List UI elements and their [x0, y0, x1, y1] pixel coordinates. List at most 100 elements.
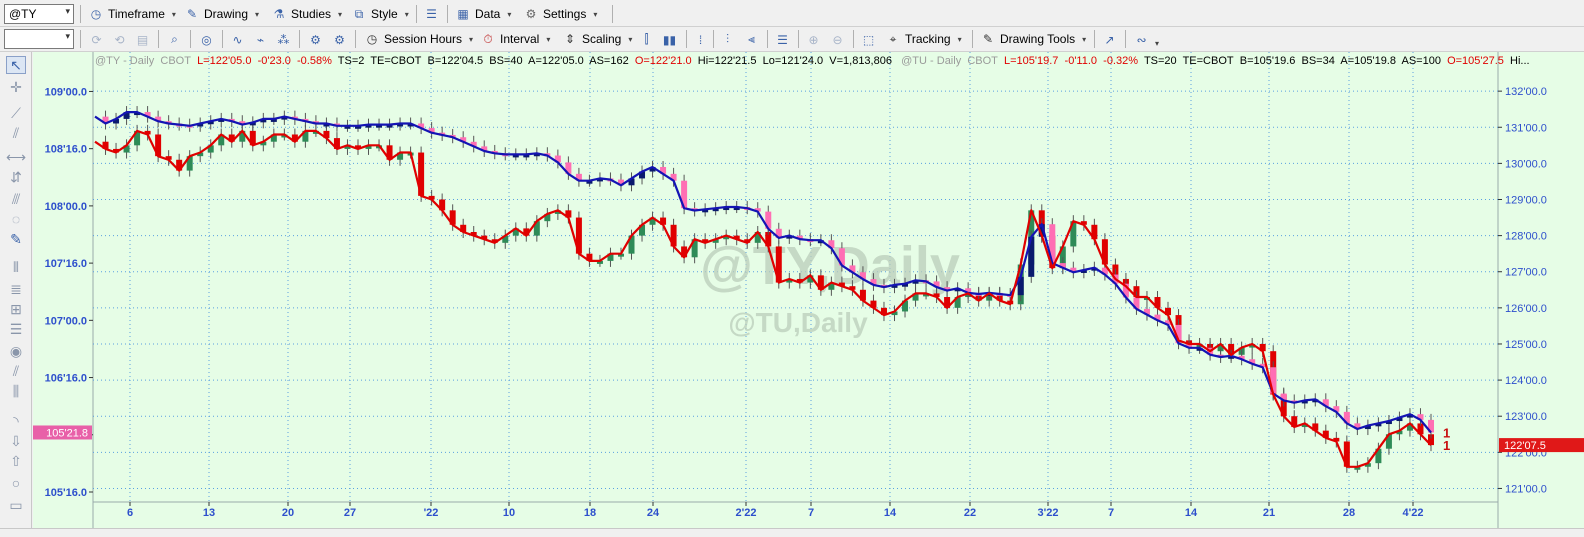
ray-icon[interactable]: ⫽ [6, 124, 26, 142]
ty-te: TE=CBOT [370, 55, 422, 67]
zoom-in-icon[interactable]: ⊕ [805, 31, 822, 48]
gann-icon[interactable]: ⊞ [6, 300, 26, 318]
properties-icon[interactable]: ⚙ [307, 31, 324, 48]
format-icon[interactable]: ⚙ [331, 31, 348, 48]
tu-ask: A=105'19.8 [1340, 55, 1396, 67]
separator [447, 5, 448, 23]
separator [222, 30, 223, 48]
data-label: Data [475, 7, 501, 21]
symbol-selector[interactable]: @TY ▾ [4, 4, 74, 24]
arc-icon[interactable]: ◝ [6, 412, 26, 430]
crosshair-tool-icon[interactable]: ✛ [6, 78, 26, 96]
grid-icon[interactable]: ▤ [134, 31, 151, 48]
style-button[interactable]: ⧉ Style ▾ [351, 4, 409, 24]
x-axis-label: 6 [127, 507, 133, 519]
spiral-icon[interactable]: ◉ [6, 342, 26, 360]
ty-vol: V=1,813,806 [829, 55, 892, 67]
ellipse-icon[interactable]: ○ [6, 474, 26, 492]
separator [1094, 30, 1095, 48]
chevron-down-icon: ▾ [404, 9, 409, 19]
studies-button[interactable]: ⚗ Studies ▾ [271, 4, 342, 24]
right-axis-label: 127'00.0 [1505, 267, 1547, 279]
trend-icon[interactable]: ↗ [1101, 31, 1118, 48]
chevron-down-icon: ▾ [171, 9, 176, 19]
channel-icon[interactable]: ⫻ [6, 190, 26, 208]
x-axis-label: 14 [884, 507, 897, 519]
text-lines-icon[interactable]: ☰ [6, 320, 26, 338]
bars-tool-icon[interactable]: ⦀ [6, 258, 26, 276]
trendline-icon[interactable]: ⟋ [6, 104, 26, 122]
layout-icon[interactable]: ☰ [774, 31, 791, 48]
bar-chart-icon[interactable]: ⫿ [638, 31, 655, 48]
chart-study-icon[interactable]: ⌁ [252, 31, 269, 48]
separator [767, 30, 768, 48]
select-area-icon[interactable]: ⬚ [860, 31, 877, 48]
scaling-label: Scaling [582, 32, 622, 46]
tu-exchange: CBOT [967, 55, 998, 67]
ty-series-line [94, 129, 1432, 468]
settings-label: Settings [543, 7, 587, 21]
price-chart[interactable]: 6 13 20 27 '22 10 18 24 2'22 7 14 22 3'22 7 14 21 28 4'22… [33, 52, 1584, 528]
candlestick-icon[interactable]: ▮▮ [661, 31, 678, 48]
separator [686, 30, 687, 48]
line-study-icon[interactable]: ∿ [229, 31, 246, 48]
arrow-down-icon[interactable]: ⇩ [6, 432, 26, 450]
ty-as: AS=162 [589, 55, 629, 67]
quick-select-dropdown[interactable]: ▾ [4, 29, 74, 49]
ty-hi: Hi=122'21.5 [697, 55, 757, 67]
scaling-button[interactable]: ⇕ Scaling ▾ [562, 29, 632, 49]
compress-bars-icon[interactable]: ⫶ [719, 31, 736, 48]
andrews-icon[interactable]: ⫼ [6, 382, 26, 400]
layout-icon[interactable]: ☰ [423, 5, 440, 22]
expand-bars-icon[interactable]: ⫷ [743, 31, 760, 48]
rectangle-icon[interactable]: ▭ [6, 496, 26, 514]
bar-spacing-icon[interactable]: ⁞ [692, 31, 709, 48]
interval-button[interactable]: ⏱ Interval ▾ [480, 29, 550, 49]
zoom-out-icon[interactable]: ⊖ [829, 31, 846, 48]
chevron-down-icon: ▾ [1082, 34, 1087, 44]
speed-lines-icon[interactable]: ⫽ [6, 362, 26, 380]
table-icon: ▦ [457, 7, 469, 21]
drawing-toolbar: ↖ ✛ ⟋ ⫽ ⟷ ⇵ ⫻ ◌ ✎ ⦀ ≣ ⊞ ☰ ◉ ⫽ ⫼ ◝ ⇩ ⇧ ○ … [0, 52, 32, 528]
x-axis-label: 7 [808, 507, 814, 519]
crosshair-icon[interactable]: ◎ [198, 31, 215, 48]
right-axis-label: 132'00.0 [1505, 86, 1547, 98]
network-icon[interactable]: ⁂ [275, 31, 292, 48]
separator [612, 5, 613, 23]
drawing-tools-button[interactable]: ✎ Drawing Tools ▾ [980, 29, 1086, 49]
x-axis-label: 21 [1263, 507, 1275, 519]
arrow-up-icon[interactable]: ⇧ [6, 452, 26, 470]
fibonacci-icon[interactable]: ≣ [6, 280, 26, 298]
tu-open: O=105'27.5 [1447, 55, 1504, 67]
status-bar [0, 528, 1584, 537]
left-axis-label: 107'00.0 [45, 315, 87, 327]
overlay-dropdown[interactable]: ▾ [1152, 33, 1159, 53]
timeframe-button[interactable]: ◷ Timeframe ▾ [88, 4, 176, 24]
settings-button[interactable]: ⚙ Settings ▾ [523, 4, 598, 24]
chart-area[interactable]: 6 13 20 27 '22 10 18 24 2'22 7 14 22 3'22 7 14 21 28 4'22… [33, 52, 1584, 528]
separator [416, 5, 417, 23]
session-hours-button[interactable]: ◷ Session Hours ▾ [364, 29, 473, 49]
separator [972, 30, 973, 48]
refresh-icon[interactable]: ⟳ [88, 31, 105, 48]
drawing-button[interactable]: ✎ Drawing ▾ [184, 4, 259, 24]
zoom-icon[interactable]: ⌕ [166, 31, 183, 48]
pencil-tool-icon[interactable]: ✎ [6, 230, 26, 248]
drawing-label: Drawing [204, 7, 249, 21]
vertical-line-icon[interactable]: ⇵ [6, 168, 26, 186]
separator [299, 30, 300, 48]
pointer-icon[interactable]: ↖ [6, 56, 26, 74]
horizontal-line-icon[interactable]: ⟷ [6, 148, 26, 166]
separator [1125, 30, 1126, 48]
chevron-down-icon: ▾ [65, 31, 70, 41]
right-axis-label: 125'00.0 [1505, 339, 1547, 351]
chevron-down-icon: ▾ [546, 34, 551, 44]
chevron-down-icon: ▾ [469, 34, 474, 44]
data-button[interactable]: ▦ Data ▾ [455, 4, 511, 24]
refresh-all-icon[interactable]: ⟲ [111, 31, 128, 48]
cycle-icon[interactable]: ◌ [6, 210, 26, 228]
x-axis-label: 13 [203, 507, 215, 519]
tracking-button[interactable]: ⌖ Tracking ▾ [885, 29, 962, 49]
x-axis-label: 3'22 [1038, 507, 1059, 519]
overlay-icon[interactable]: ∾ [1133, 31, 1150, 48]
